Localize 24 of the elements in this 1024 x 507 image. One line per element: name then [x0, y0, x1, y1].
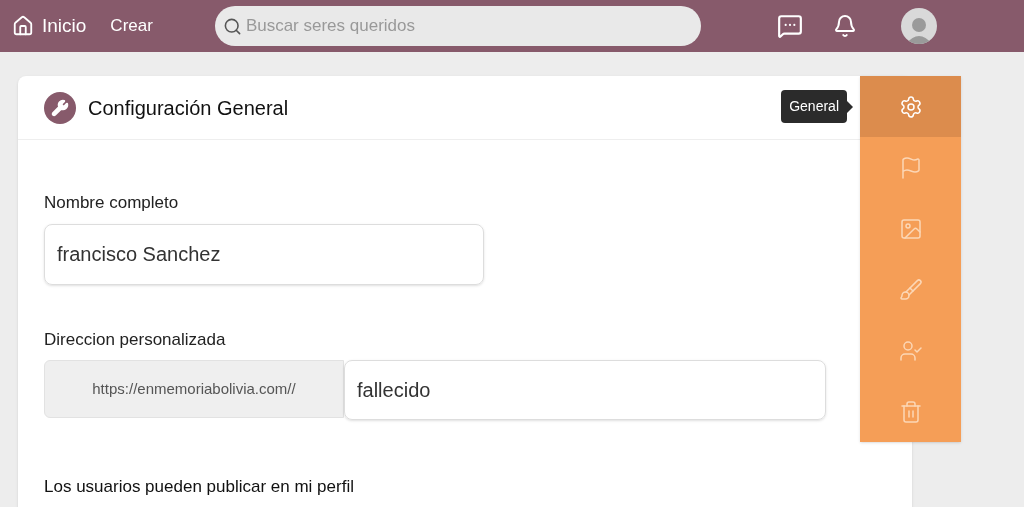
field-label: Direccion personalizada	[44, 328, 227, 351]
field-label: Nombre completo	[44, 192, 180, 214]
create-link[interactable]: Crear	[110, 13, 153, 39]
url-prefix: https://enmemoriabolivia.com//	[44, 360, 344, 418]
trash-icon	[898, 399, 923, 424]
notification-icon[interactable]	[832, 14, 857, 38]
brush-icon	[898, 277, 923, 302]
image-icon	[898, 216, 923, 241]
search-field[interactable]: Buscar seres queridos	[245, 13, 693, 39]
card-title: Configuración General	[88, 95, 289, 121]
side-menu-button[interactable]	[860, 76, 961, 137]
avatar[interactable]	[900, 8, 937, 44]
user-check-icon	[898, 338, 923, 363]
settings-icon	[898, 94, 923, 119]
address-field[interactable]: fallecido	[344, 360, 826, 420]
name-field[interactable]: francisco Sanchez	[44, 223, 484, 285]
section-title: Los usuarios pueden publicar en mi perfil	[44, 476, 355, 498]
search-icon	[222, 16, 242, 36]
tooltip-arrow	[847, 101, 853, 113]
search-bar[interactable]: Buscar seres queridos	[214, 6, 701, 46]
chat-icon[interactable]	[776, 13, 803, 39]
home-icon	[12, 15, 34, 37]
home-link[interactable]: Inicio	[12, 11, 87, 41]
wrench-icon	[44, 91, 76, 124]
